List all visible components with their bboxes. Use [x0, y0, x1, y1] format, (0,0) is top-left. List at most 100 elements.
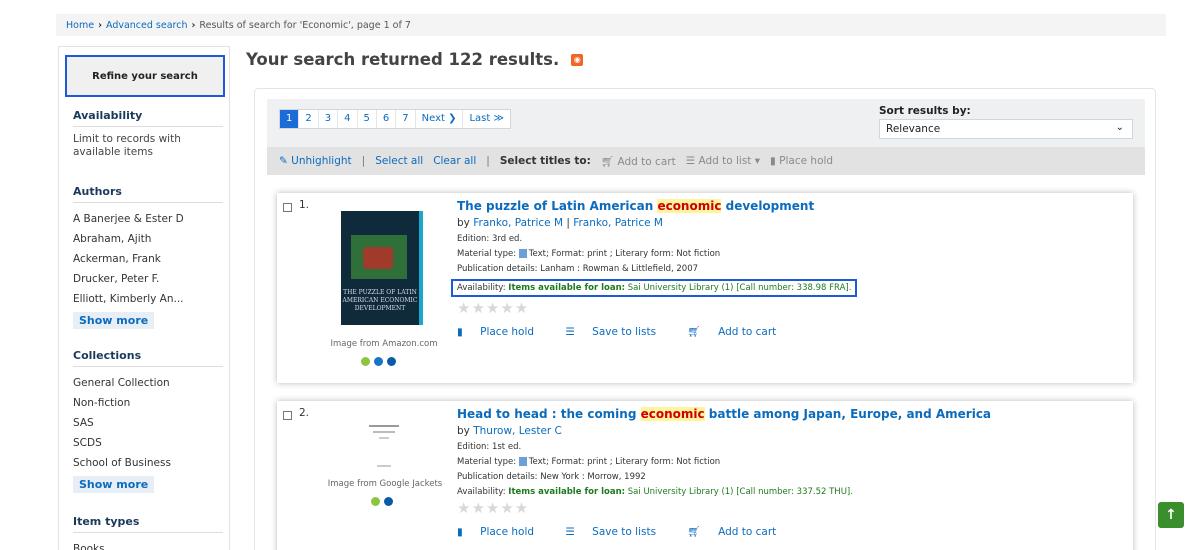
collections-show-more-button[interactable]: Show more — [73, 476, 155, 493]
author-link[interactable]: Franko, Patrice M — [473, 217, 563, 229]
unhighlight-button[interactable]: ✎ Unhighlight — [279, 155, 352, 167]
list-icon: ☰ — [685, 155, 696, 167]
cover-line — [377, 465, 391, 467]
divider: | — [361, 155, 366, 167]
limit-available-link[interactable]: Limit to records with available items — [73, 133, 223, 159]
facet-item-collection[interactable]: School of Business — [73, 453, 223, 473]
chevron-right-icon: › — [98, 20, 102, 31]
carousel-dot[interactable] — [384, 497, 393, 506]
record-availability: Availability: Items available for loan: … — [451, 279, 858, 297]
facet-item-author[interactable]: Drucker, Peter F. — [73, 269, 223, 289]
record-details: Head to head : the coming economic battl… — [457, 407, 1117, 538]
facet-item-author[interactable]: Elliott, Kimberly An... — [73, 289, 223, 309]
sort-select[interactable]: Relevance ⌄ — [879, 119, 1133, 139]
page-4[interactable]: 4 — [338, 110, 358, 128]
author-link[interactable]: Franko, Patrice M — [573, 217, 663, 229]
rss-icon[interactable]: ◉ — [571, 53, 584, 66]
page-7[interactable]: 7 — [396, 110, 416, 128]
carousel-dot[interactable] — [387, 357, 396, 366]
save-to-lists-label: Save to lists — [592, 326, 657, 338]
select-titles-label: Select titles to: — [499, 155, 591, 167]
clear-all-link[interactable]: Clear all — [433, 155, 476, 167]
add-to-cart-button[interactable]: 🛒︎ Add to cart — [687, 526, 790, 538]
cover-carousel-dots — [361, 357, 396, 366]
carousel-dot[interactable] — [371, 497, 380, 506]
by-label: by — [457, 217, 470, 229]
page-3[interactable]: 3 — [319, 110, 339, 128]
facet-item-author[interactable]: Abraham, Ajith — [73, 229, 223, 249]
cover-carousel-dots — [371, 497, 393, 506]
record-checkbox[interactable] — [283, 411, 292, 420]
refine-search-button[interactable]: Refine your search — [65, 55, 225, 97]
toolbar-add-to-list[interactable]: ☰ Add to list ▾ — [686, 155, 760, 167]
star-rating[interactable]: ★★★★★ — [457, 299, 1117, 317]
result-record: 1. THE PUZZLE OF LATIN AMERICAN ECONOMIC… — [277, 193, 1133, 383]
chevron-right-icon: › — [191, 20, 196, 31]
facet-item-type[interactable]: Books — [73, 539, 223, 550]
title-highlight: economic — [657, 199, 722, 213]
record-actions: ▮ Place hold ☰ Save to lists 🛒︎ Add to c… — [457, 525, 1117, 538]
breadcrumb: Home › Advanced search › Results of search f… — [56, 14, 1166, 36]
material-value: Text; Format: print ; Literary form: Not… — [528, 457, 721, 467]
facet-title-availability: Availability — [73, 109, 223, 127]
result-record: 2. Image from Google Jackets Head to hea… — [277, 401, 1133, 550]
book-cover[interactable] — [343, 419, 425, 479]
add-to-cart-label: Add to cart — [718, 326, 777, 338]
select-all-link[interactable]: Select all — [375, 155, 423, 167]
page-2[interactable]: 2 — [299, 110, 319, 128]
facet-item-author[interactable]: Ackerman, Frank — [73, 249, 223, 269]
facet-item-collection[interactable]: General Collection — [73, 373, 223, 393]
record-title-link[interactable]: The puzzle of Latin American economic de… — [457, 199, 1117, 213]
page-5[interactable]: 5 — [358, 110, 377, 128]
page-1[interactable]: 1 — [280, 110, 300, 128]
page-6[interactable]: 6 — [377, 110, 397, 128]
author-link[interactable]: Thurow, Lester C — [473, 425, 562, 437]
divider: | — [486, 155, 490, 167]
save-to-lists-button[interactable]: ☰ Save to lists — [565, 526, 670, 538]
carousel-dot[interactable] — [374, 357, 383, 366]
cover-title-text: THE PUZZLE OF LATIN AMERICAN ECONOMIC DE… — [342, 289, 418, 312]
save-to-lists-button[interactable]: ☰ Save to lists — [565, 326, 670, 338]
add-to-cart-button[interactable]: 🛒︎ Add to cart — [687, 326, 790, 338]
facet-item-collection[interactable]: Non-fiction — [73, 393, 223, 413]
breadcrumb-advanced-search[interactable]: Advanced search — [106, 20, 188, 31]
record-authors: by Franko, Patrice M | Franko, Patrice M — [457, 217, 663, 229]
record-title-link[interactable]: Head to head : the coming economic battl… — [457, 407, 1117, 421]
record-actions: ▮ Place hold ☰ Save to lists 🛒︎ Add to c… — [457, 325, 1117, 338]
authors-show-more-button[interactable]: Show more — [73, 312, 155, 329]
bookmark-icon: ▮ — [457, 326, 463, 338]
facet-item-collection[interactable]: SAS — [73, 413, 223, 433]
facet-item-author[interactable]: A Banerjee & Ester D — [73, 209, 223, 229]
facet-authors: Authors A Banerjee & Ester D Abraham, Aj… — [73, 185, 223, 329]
cover-art-detail — [363, 247, 393, 269]
star-rating[interactable]: ★★★★★ — [457, 499, 1117, 517]
record-publication: Publication details: Lanham : Rowman & L… — [457, 264, 699, 274]
carousel-dot[interactable] — [361, 357, 370, 366]
results-heading: Your search returned 122 results. ◉ — [246, 50, 584, 69]
place-hold-label: Place hold — [480, 526, 535, 538]
availability-location: Sai University Library (1) [Call number:… — [627, 487, 853, 497]
book-cover[interactable]: THE PUZZLE OF LATIN AMERICAN ECONOMIC DE… — [341, 211, 423, 325]
record-edition: Edition: 1st ed. — [457, 442, 522, 452]
facet-item-collection[interactable]: SCDS — [73, 433, 223, 453]
place-hold-button[interactable]: ▮ Place hold — [457, 526, 548, 538]
facet-item-types: Item types Books — [73, 515, 223, 550]
add-to-cart-label: Add to cart — [718, 526, 777, 538]
toolbar-place-hold[interactable]: ▮ Place hold — [770, 155, 833, 167]
toolbar-add-to-list-label: Add to list ▾ — [698, 155, 761, 167]
last-page-button[interactable]: Last ≫ — [463, 110, 509, 128]
results-count-text: Your search returned 122 results. — [246, 50, 560, 69]
pagination: 1 2 3 4 5 6 7 Next ❯ Last ≫ — [279, 109, 511, 129]
sort-label: Sort results by: — [879, 105, 971, 117]
text-book-icon — [518, 457, 527, 466]
breadcrumb-home[interactable]: Home — [66, 20, 94, 31]
cover-line — [373, 431, 395, 433]
record-edition: Edition: 3rd ed. — [457, 234, 523, 244]
list-icon: ☰ — [565, 526, 575, 538]
place-hold-button[interactable]: ▮ Place hold — [457, 326, 548, 338]
back-to-top-button[interactable]: ↑ — [1158, 502, 1184, 528]
toolbar-add-to-cart[interactable]: 🛒︎ Add to cart — [601, 155, 676, 168]
record-material-type: Material type: Text; Format: print ; Lit… — [457, 249, 1117, 259]
next-page-button[interactable]: Next ❯ — [416, 110, 464, 128]
record-checkbox[interactable] — [283, 203, 292, 212]
